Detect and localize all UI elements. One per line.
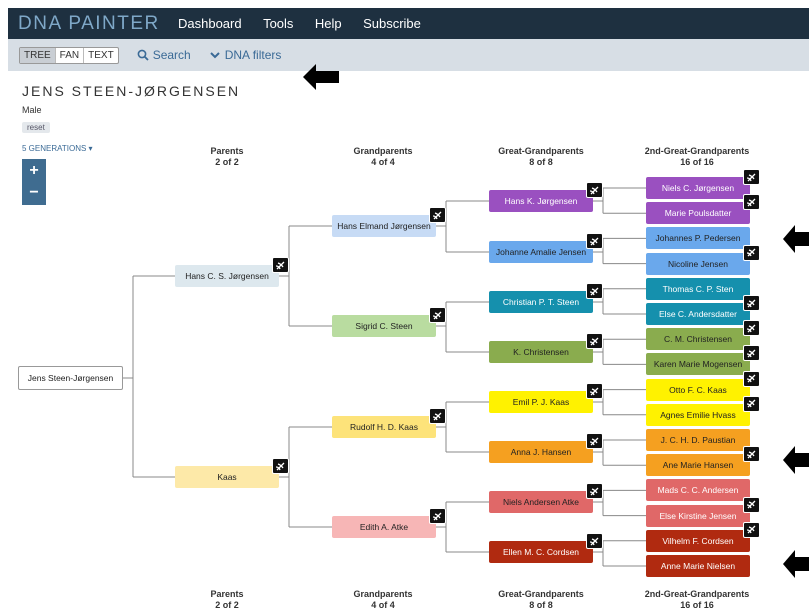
dna-match-icon[interactable] (743, 295, 760, 311)
person-box-great-grandparent[interactable]: K. Christensen (489, 341, 593, 363)
dna-match-icon[interactable] (429, 508, 446, 524)
dna-match-icon[interactable] (586, 283, 603, 299)
person-box-great-grandparent[interactable]: Anna J. Hansen (489, 441, 593, 463)
person-box-2nd-great-grandparent[interactable]: Nicoline Jensen (646, 252, 750, 275)
person-box-2nd-great-grandparent[interactable]: Anne Marie Nielsen (646, 555, 750, 577)
dna-match-icon[interactable] (586, 433, 603, 449)
dna-match-icon[interactable] (586, 182, 603, 198)
person-box-2nd-great-grandparent[interactable]: Vilhelm F. Cordsen (646, 529, 750, 552)
person-box-great-grandparent[interactable]: Christian P. T. Steen (489, 291, 593, 313)
person-box-2nd-great-grandparent[interactable]: Thomas C. P. Sten (646, 277, 750, 300)
person-box-2nd-great-grandparent[interactable]: Else C. Andersdatter (646, 303, 750, 325)
person-box-grandparent[interactable]: Sigrid C. Steen (332, 315, 436, 337)
person-box-2nd-great-grandparent[interactable]: Marie Poulsdatter (646, 202, 750, 225)
dna-match-icon[interactable] (586, 533, 603, 549)
dna-match-icon[interactable] (586, 233, 603, 249)
dna-match-icon[interactable] (743, 244, 760, 261)
dna-match-icon[interactable] (743, 320, 760, 337)
dna-match-icon[interactable] (429, 207, 446, 223)
person-box-great-grandparent[interactable]: Ellen M. C. Cordsen (489, 541, 593, 563)
dna-match-icon[interactable] (429, 408, 446, 424)
person-box-2nd-great-grandparent[interactable]: Niels C. Jørgensen (646, 177, 750, 199)
dna-match-icon[interactable] (743, 496, 760, 513)
person-box-grandparent[interactable]: Rudolf H. D. Kaas (332, 416, 436, 438)
person-box-great-grandparent[interactable]: Niels Andersen Atke (489, 491, 593, 513)
person-box-2nd-great-grandparent[interactable]: C. M. Christensen (646, 328, 750, 351)
dna-match-icon[interactable] (586, 333, 603, 349)
person-box-2nd-great-grandparent[interactable]: Ane Marie Hansen (646, 454, 750, 477)
person-box-great-grandparent[interactable]: Johanne Amalie Jensen (489, 241, 593, 263)
person-box-2nd-great-grandparent[interactable]: Else Kirstine Jensen (646, 504, 750, 527)
dna-match-icon[interactable] (743, 194, 760, 211)
person-box-grandparent[interactable]: Edith A. Atke (332, 516, 436, 538)
person-box-2nd-great-grandparent[interactable]: Otto F. C. Kaas (646, 378, 750, 401)
person-box-great-grandparent[interactable]: Hans K. Jørgensen (489, 190, 593, 212)
dna-match-icon[interactable] (743, 169, 760, 185)
person-box-parent[interactable]: Kaas (175, 466, 279, 488)
person-box-2nd-great-grandparent[interactable]: Mads C. C. Andersen (646, 479, 750, 502)
dna-match-icon[interactable] (743, 446, 760, 463)
dna-match-icon[interactable] (429, 307, 446, 323)
dna-match-icon[interactable] (743, 395, 760, 412)
dna-match-icon[interactable] (743, 370, 760, 387)
person-box-2nd-great-grandparent[interactable]: Agnes Emilie Hvass (646, 403, 750, 426)
dna-match-icon[interactable] (743, 521, 760, 538)
person-box-root[interactable]: Jens Steen-Jørgensen (18, 366, 123, 390)
dna-match-icon[interactable] (586, 383, 603, 399)
dna-match-icon[interactable] (586, 483, 603, 499)
person-box-2nd-great-grandparent[interactable]: Johannes P. Pedersen (646, 227, 750, 250)
person-box-2nd-great-grandparent[interactable]: Karen Marie Mogensen (646, 353, 750, 376)
dna-match-icon[interactable] (272, 257, 289, 273)
person-box-2nd-great-grandparent[interactable]: J. C. H. D. Paustian (646, 429, 750, 451)
person-box-grandparent[interactable]: Hans Elmand Jørgensen (332, 215, 436, 237)
person-box-parent[interactable]: Hans C. S. Jørgensen (175, 265, 279, 287)
person-box-great-grandparent[interactable]: Emil P. J. Kaas (489, 391, 593, 413)
dna-match-icon[interactable] (743, 345, 760, 362)
dna-match-icon[interactable] (272, 458, 289, 474)
